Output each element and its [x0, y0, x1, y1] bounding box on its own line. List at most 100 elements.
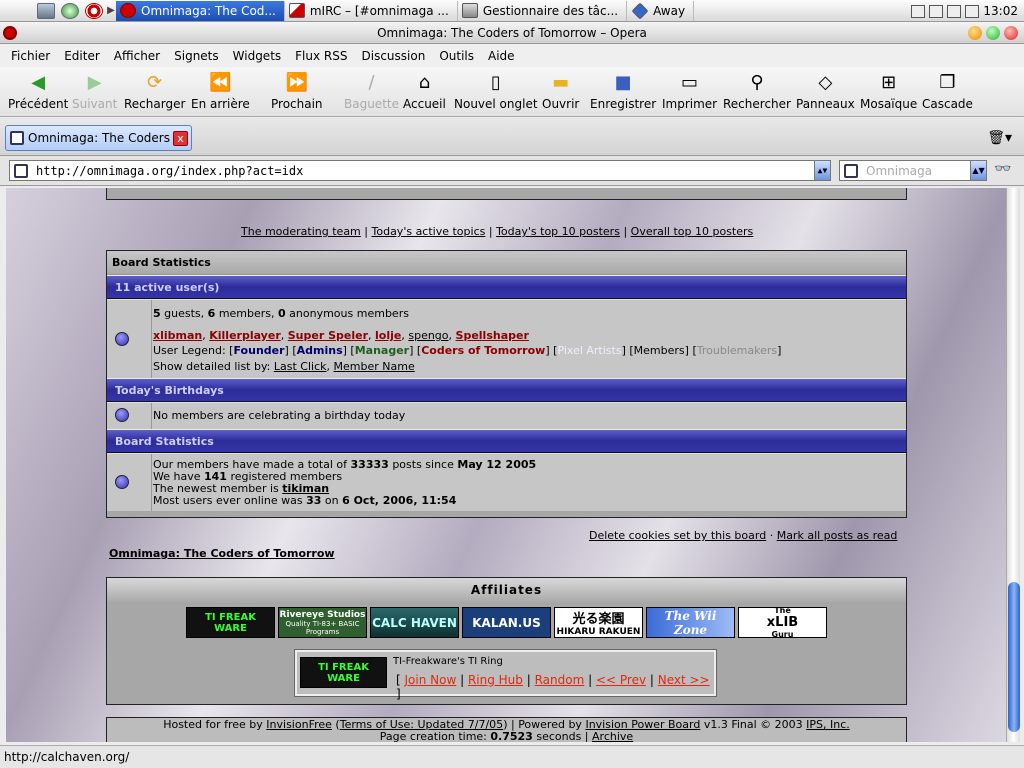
panels-button[interactable]: ◇ Panneaux [796, 71, 855, 112]
ring-hub-link[interactable]: Ring Hub [468, 673, 523, 687]
status-text: http://calchaven.org/ [4, 750, 130, 764]
volume-icon[interactable] [965, 4, 980, 18]
menu-flux-rss[interactable]: Flux RSS [288, 49, 354, 63]
mark-all-read-link[interactable]: Mark all posts as read [777, 529, 898, 542]
task-mirc[interactable]: mIRC – [#omnimaga ... [285, 0, 458, 21]
reload-button[interactable]: ⟳ Recharger [124, 71, 185, 112]
url-text[interactable]: http://omnimaga.org/index.php?act=idx [36, 164, 303, 178]
link-top10-overall[interactable]: Overall top 10 posters [631, 225, 754, 238]
birthdays-row: No members are celebrating a birthday to… [107, 402, 906, 429]
window-icon[interactable] [37, 2, 55, 19]
task-omnimaga[interactable]: Omnimaga: The Cod... [116, 0, 285, 21]
archive-link[interactable]: Archive [592, 730, 633, 743]
site-name-link[interactable]: Omnimaga: The Coders of Tomorrow [109, 547, 335, 560]
user-link[interactable]: spengo [408, 329, 448, 342]
back-button[interactable]: ◀ Précédent [8, 71, 68, 112]
new-tab-button[interactable]: ▯ Nouvel onglet [454, 71, 538, 112]
rewind-button[interactable]: ⏪ En arrière [191, 71, 250, 112]
forward-button[interactable]: ▶ Suivant [72, 71, 117, 112]
apple-icon[interactable] [0, 0, 34, 22]
window-title: Omnimaga: The Coders of Tomorrow – Opera [377, 26, 647, 40]
wand-button[interactable]: / Baguette [344, 71, 399, 112]
ips-link[interactable]: IPS, Inc. [806, 718, 850, 731]
address-field[interactable]: http://omnimaga.org/index.php?act=idx ▲▼ [9, 160, 831, 181]
zoom-button[interactable] [986, 26, 1000, 40]
banner-ti-freakware[interactable]: TI FREAK WARE [186, 607, 275, 638]
network-icon[interactable] [911, 4, 926, 18]
clock[interactable]: 13:02 [983, 4, 1018, 18]
home-icon: ⌂ [418, 71, 431, 93]
ring-prev-link[interactable]: << Prev [596, 673, 646, 687]
menu-editer[interactable]: Editer [57, 49, 107, 63]
close-window-button[interactable] [1004, 26, 1018, 40]
menu-widgets[interactable]: Widgets [226, 49, 289, 63]
window-icon [461, 3, 478, 18]
menu-signets[interactable]: Signets [167, 49, 226, 63]
tab-omnimaga[interactable]: Omnimaga: The Coders ... x [5, 125, 192, 151]
link-active-topics[interactable]: Today's active topics [372, 225, 486, 238]
ring-next-link[interactable]: Next >> [658, 673, 710, 687]
user-link[interactable]: Killerplayer [209, 329, 281, 342]
tile-button[interactable]: ⊞ Mosaïque [860, 71, 917, 112]
taskbar-arrow-icon[interactable]: ▶ [106, 5, 116, 16]
ring-logo[interactable]: TI FREAK WARE [300, 657, 387, 688]
itunes-icon[interactable] [61, 2, 79, 19]
menu-aide[interactable]: Aide [481, 49, 522, 63]
home-button[interactable]: ⌂ Accueil [403, 71, 446, 112]
banner-kalan[interactable]: KALAN.US [462, 607, 551, 638]
opera-icon[interactable] [85, 2, 103, 19]
menu-afficher[interactable]: Afficher [107, 49, 167, 63]
search-field[interactable]: Omnimaga ▲▼ [839, 160, 987, 181]
menu-discussion[interactable]: Discussion [355, 49, 433, 63]
scrollbar-thumb[interactable] [1008, 582, 1020, 732]
link-moderating-team[interactable]: The moderating team [241, 225, 361, 238]
checkbox-icon[interactable] [929, 4, 944, 18]
tile-icon: ⊞ [881, 71, 897, 93]
minimize-button[interactable] [968, 26, 982, 40]
user-link[interactable]: Spellshaper [456, 329, 529, 342]
search-placeholder[interactable]: Omnimaga [866, 164, 932, 178]
address-row: http://omnimaga.org/index.php?act=idx ▲▼… [0, 156, 1024, 186]
banner-rivereye[interactable]: Rivereye Studios Quality TI-83+ BASIC Pro… [278, 607, 367, 638]
search-engine-dropdown[interactable]: ▲▼ [970, 161, 986, 180]
invisionfree-link[interactable]: InvisionFree [266, 718, 332, 731]
banner-calc-haven[interactable]: CALC HAVEN [370, 607, 459, 638]
cascade-button[interactable]: ❐ Cascade [922, 71, 973, 112]
new-page-icon: ▯ [490, 71, 501, 93]
open-button[interactable]: ▬ Ouvrir [542, 71, 579, 112]
online-user-list: xlibman, Killerplayer, Super Speler, lol… [153, 329, 529, 342]
user-link[interactable]: xlibman [153, 329, 202, 342]
delete-cookies-link[interactable]: Delete cookies set by this board [589, 529, 766, 542]
save-button[interactable]: ■ Enregistrer [590, 71, 656, 112]
task-away[interactable]: Away [627, 0, 695, 21]
fast-forward-button[interactable]: ⏩ Prochain [271, 71, 323, 112]
previous-section [106, 188, 907, 200]
link-last-click[interactable]: Last Click [274, 360, 327, 373]
user-link[interactable]: Super Speler [288, 329, 368, 342]
vertical-scrollbar[interactable] [1006, 188, 1020, 742]
ring-links: [ Join Now | Ring Hub | Random | << Prev… [396, 673, 710, 701]
bluetooth-icon[interactable] [947, 4, 962, 18]
user-link[interactable]: lolje [375, 329, 401, 342]
print-button[interactable]: ▭ Imprimer [662, 71, 717, 112]
task-gestionnaire[interactable]: Gestionnaire des tâc... [458, 0, 628, 21]
stats-row: Our members have made a total of 33333 p… [107, 453, 906, 511]
banner-xlib-guru[interactable]: The xLIB Guru [738, 606, 827, 639]
menu-outils[interactable]: Outils [432, 49, 481, 63]
glasses-icon[interactable]: 👓 [994, 161, 1011, 177]
trash-icon[interactable]: 🗑▾ [987, 130, 1012, 146]
rewind-icon: ⏪ [209, 71, 232, 93]
link-top10-today[interactable]: Today's top 10 posters [496, 225, 620, 238]
banner-wii-zone[interactable]: The Wii Zone [646, 607, 735, 638]
menu-fichier[interactable]: Fichier [4, 49, 57, 63]
address-dropdown-button[interactable]: ▲▼ [814, 161, 830, 180]
link-member-name[interactable]: Member Name [334, 360, 415, 373]
board-statistics-panel: Board Statistics 11 active user(s) 5 gue… [106, 250, 907, 518]
close-tab-button[interactable]: x [173, 131, 188, 146]
cookie-links: Delete cookies set by this board · Mark … [589, 529, 898, 542]
tab-bar: Omnimaga: The Coders ... x 🗑▾ [0, 118, 1024, 156]
ring-random-link[interactable]: Random [535, 673, 585, 687]
ring-join-link[interactable]: Join Now [405, 673, 457, 687]
search-button[interactable]: ⚲ Rechercher [723, 71, 791, 112]
banner-hikaru-rakuen[interactable]: 光る楽園 HIKARU RAKUEN [554, 607, 643, 638]
